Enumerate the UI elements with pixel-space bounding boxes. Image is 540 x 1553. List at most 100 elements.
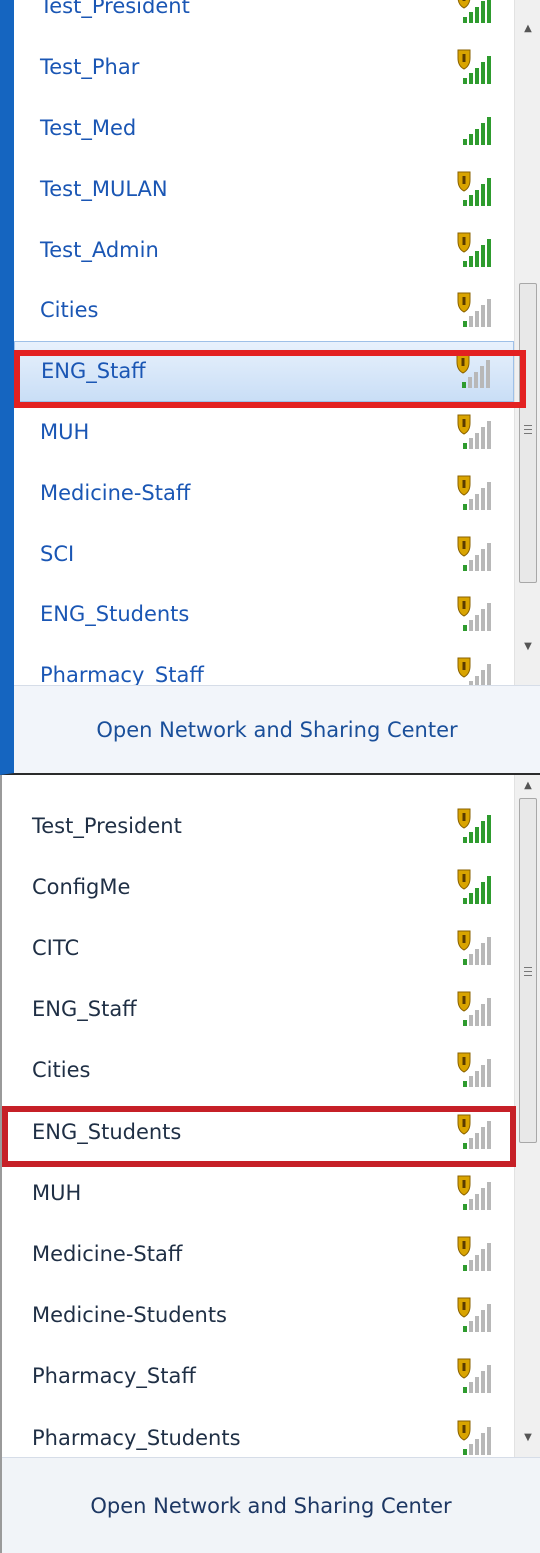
wifi-network-list-panel-1: Test_President Test_Phar Test_Med Test_MULA…	[0, 0, 540, 775]
shield-mark	[462, 1118, 466, 1127]
thumb-grip-line	[524, 975, 532, 976]
wifi-signal-icon	[457, 475, 491, 510]
signal-bar	[463, 17, 467, 24]
network-list-item[interactable]: ENG_Students	[2, 1101, 514, 1162]
wifi-signal-icon	[457, 414, 491, 449]
signal-bar	[463, 1326, 467, 1333]
network-list-item[interactable]: MUH	[2, 1162, 514, 1223]
signal-bar	[487, 0, 491, 24]
scrollbar[interactable]: ▲ ▼	[514, 0, 540, 773]
open-network-sharing-center-link[interactable]: Open Network and Sharing Center	[96, 718, 457, 742]
signal-bar	[474, 372, 478, 389]
network-list-item[interactable]: Test_Admin	[14, 219, 514, 280]
open-network-sharing-center-link[interactable]: Open Network and Sharing Center	[90, 1494, 451, 1518]
wifi-signal-icon	[457, 808, 491, 843]
network-list-item[interactable]: Medicine-Students	[2, 1285, 514, 1346]
signal-bar	[463, 1448, 467, 1455]
network-list-item[interactable]: ENG_Staff	[14, 340, 514, 402]
network-list-item[interactable]: Medicine-Staff	[2, 1223, 514, 1284]
thumb-grip-line	[524, 433, 532, 434]
network-list-item[interactable]: Test_President	[14, 0, 514, 37]
network-name: ENG_Students	[32, 1119, 182, 1144]
signal-bar	[469, 1259, 473, 1271]
signal-bar	[463, 1387, 467, 1394]
network-name: Test_President	[40, 0, 190, 19]
wifi-signal-icon	[457, 869, 491, 904]
wifi-signal-icon	[457, 1236, 491, 1271]
signal-bar	[475, 7, 479, 24]
network-name: Test_Admin	[40, 237, 159, 262]
network-list-item[interactable]: SCI	[14, 523, 514, 584]
signal-bar	[475, 1316, 479, 1333]
scroll-down-arrow-icon[interactable]: ▼	[515, 1427, 540, 1449]
signal-bar	[487, 998, 491, 1027]
signal-bar	[481, 62, 485, 85]
scroll-thumb[interactable]	[519, 798, 537, 1143]
shield-mark	[462, 418, 466, 427]
network-name: Medicine-Staff	[40, 480, 191, 505]
signal-bar	[481, 1065, 485, 1088]
shield-mark	[461, 358, 465, 367]
signal-bar	[475, 1193, 479, 1210]
signal-bar	[469, 12, 473, 24]
network-list-item[interactable]: ENG_Staff	[2, 979, 514, 1040]
network-list-item[interactable]: Test_MULAN	[14, 158, 514, 219]
signal-bar	[463, 199, 467, 206]
scroll-down-arrow-icon[interactable]: ▼	[515, 636, 540, 658]
signal-bar	[469, 1137, 473, 1149]
signal-bar	[487, 1365, 491, 1394]
signal-bar	[475, 432, 479, 449]
network-list-item[interactable]: Test_Phar	[14, 37, 514, 98]
signal-bar	[469, 1015, 473, 1027]
network-list-item[interactable]: Cities	[14, 280, 514, 341]
network-list-item[interactable]: CITC	[2, 917, 514, 978]
network-list-item[interactable]: Cities	[2, 1040, 514, 1101]
network-name: Pharmacy_Staff	[40, 663, 204, 688]
signal-bar	[481, 1371, 485, 1394]
shield-mark	[462, 175, 466, 184]
network-list-item[interactable]: Medicine-Staff	[14, 462, 514, 523]
signal-bar	[475, 615, 479, 632]
signal-bar	[463, 1020, 467, 1027]
wifi-signal-icon	[457, 0, 491, 24]
scroll-up-arrow-icon[interactable]: ▲	[515, 775, 540, 797]
signal-bar	[487, 1059, 491, 1088]
signal-bar	[487, 814, 491, 843]
shield-mark	[462, 479, 466, 488]
network-list-item[interactable]: ConfigMe	[2, 856, 514, 917]
scroll-thumb[interactable]	[519, 283, 537, 583]
shield-mark	[462, 1302, 466, 1311]
thumb-grip-line	[524, 971, 532, 972]
signal-bar	[463, 625, 467, 632]
network-list-item[interactable]: MUH	[14, 402, 514, 463]
wifi-network-list-panel-2: Test_President ConfigMe CITC ENG_Staff Citie…	[0, 775, 540, 1553]
shield-mark	[462, 297, 466, 306]
wifi-signal-icon	[457, 596, 491, 632]
network-list-item[interactable]: Test_Med	[14, 98, 514, 159]
shield-mark	[462, 1057, 466, 1066]
signal-bar	[469, 1198, 473, 1210]
signal-bar	[469, 498, 473, 510]
network-name: ENG_Students	[40, 602, 190, 627]
network-list-item[interactable]: Pharmacy_Staff	[2, 1346, 514, 1407]
signal-bar	[475, 1132, 479, 1149]
signal-bar	[481, 305, 485, 328]
network-list-item[interactable]: Test_President	[2, 795, 514, 856]
signal-bar	[481, 942, 485, 965]
signal-bar	[487, 875, 491, 904]
scroll-up-arrow-icon[interactable]: ▲	[515, 18, 540, 40]
signal-bar	[481, 487, 485, 510]
thumb-grip-line	[524, 425, 532, 426]
network-name: Medicine-Staff	[32, 1241, 183, 1266]
signal-bar	[481, 1126, 485, 1149]
network-list-item[interactable]: ENG_Students	[14, 584, 514, 645]
signal-bar	[487, 238, 491, 267]
signal-bar	[462, 382, 466, 389]
signal-bar	[469, 559, 473, 571]
signal-bar	[487, 481, 491, 510]
scrollbar[interactable]: ▲ ▼	[514, 775, 540, 1553]
signal-bar	[469, 892, 473, 904]
signal-bar	[475, 887, 479, 904]
shield-mark	[462, 1179, 466, 1188]
signal-bar	[469, 73, 473, 85]
